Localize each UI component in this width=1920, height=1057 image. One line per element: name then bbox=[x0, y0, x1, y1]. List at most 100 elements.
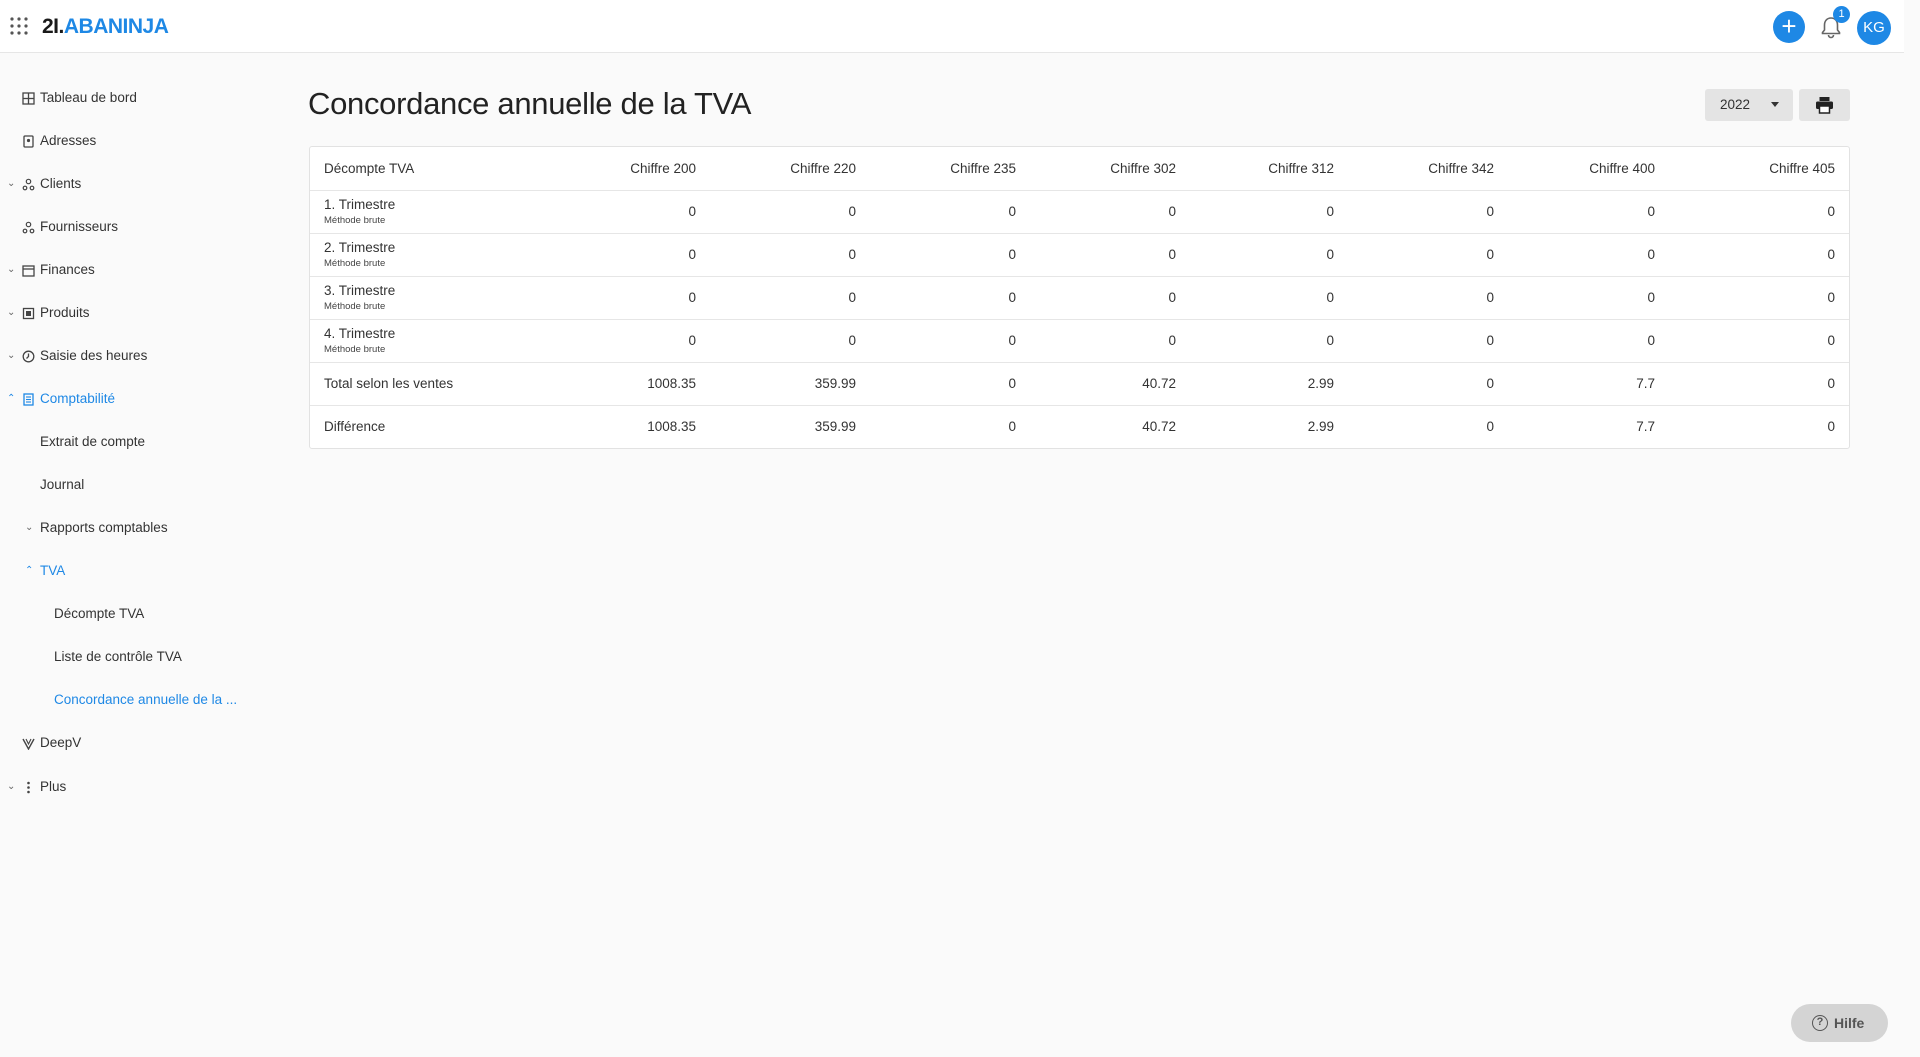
chevron-down-icon: ⌄ bbox=[7, 781, 16, 792]
column-header: Chiffre 220 bbox=[710, 147, 870, 191]
table-cell: 7.7 bbox=[1508, 362, 1669, 406]
column-header: Chiffre 235 bbox=[870, 147, 1030, 191]
sidebar-item-journal[interactable]: Journal bbox=[0, 470, 245, 500]
sidebar-item-label: Décompte TVA bbox=[54, 606, 145, 621]
deepv-icon bbox=[22, 738, 35, 750]
table-cell: 0 bbox=[710, 233, 870, 277]
sidebar-item-products[interactable]: ⌄ Produits bbox=[0, 298, 245, 328]
method-label: Méthode brute bbox=[324, 257, 386, 269]
chevron-up-icon: ⌃ bbox=[7, 393, 16, 404]
row-label: Différence bbox=[324, 419, 386, 435]
row-label: 1. Trimestre Méthode brute bbox=[310, 190, 550, 234]
table-cell: 0 bbox=[1669, 190, 1849, 234]
sidebar-item-accounting[interactable]: ⌃ Comptabilité bbox=[0, 384, 245, 414]
brand-logo[interactable]: 2I.ABANINJA bbox=[42, 14, 169, 40]
column-header: Chiffre 342 bbox=[1348, 147, 1508, 191]
table-cell: 0 bbox=[1669, 319, 1849, 363]
apps-grid-icon[interactable] bbox=[10, 17, 28, 35]
sidebar-item-label: Plus bbox=[40, 779, 67, 794]
notification-badge: 1 bbox=[1833, 6, 1850, 23]
table-cell: 40.72 bbox=[1142, 419, 1176, 435]
top-bar: 2I.ABANINJA + 1 KG bbox=[0, 0, 1904, 53]
clients-icon bbox=[22, 178, 35, 191]
sidebar-item-finances[interactable]: ⌄ Finances bbox=[0, 255, 245, 285]
quarter-label: 2. Trimestre bbox=[324, 239, 396, 255]
table-cell: 0 bbox=[1190, 276, 1348, 320]
sidebar-item-dashboard[interactable]: Tableau de bord bbox=[0, 83, 245, 113]
help-button[interactable]: ? Hilfe bbox=[1791, 1004, 1888, 1042]
sidebar-item-label: Extrait de compte bbox=[40, 434, 146, 449]
sidebar-item-label: Saisie des heures bbox=[40, 348, 148, 363]
table-cell: 0 bbox=[710, 276, 870, 320]
brand-number: 2I. bbox=[42, 15, 64, 38]
printer-icon bbox=[1816, 97, 1833, 114]
sidebar-item-tva-checklist[interactable]: Liste de contrôle TVA bbox=[0, 642, 245, 672]
print-button[interactable] bbox=[1799, 89, 1850, 121]
dashboard-icon bbox=[22, 92, 35, 105]
method-label: Méthode brute bbox=[324, 343, 386, 355]
sidebar-item-label: Fournisseurs bbox=[40, 219, 119, 234]
sidebar-item-tva[interactable]: ⌃ TVA bbox=[0, 556, 245, 586]
table-cell: 0 bbox=[550, 190, 710, 234]
sidebar-item-deepv[interactable]: DeepV bbox=[0, 728, 245, 758]
sidebar-item-label: Concordance annuelle de la ... bbox=[54, 692, 238, 707]
sidebar-item-tva-annual-reconciliation[interactable]: Concordance annuelle de la ... bbox=[0, 685, 245, 715]
sidebar-item-suppliers[interactable]: Fournisseurs bbox=[0, 212, 245, 242]
table-cell: 359.99 bbox=[814, 419, 856, 435]
more-vertical-icon bbox=[27, 781, 30, 794]
sidebar-item-addresses[interactable]: Adresses bbox=[0, 126, 245, 156]
add-button[interactable]: + bbox=[1773, 11, 1805, 43]
row-label: Total selon les ventes bbox=[310, 362, 550, 406]
row-label: 3. Trimestre Méthode brute bbox=[310, 276, 550, 320]
sidebar-item-tva-statement[interactable]: Décompte TVA bbox=[0, 599, 245, 629]
sidebar-item-time-tracking[interactable]: ⌄ Saisie des heures bbox=[0, 341, 245, 371]
sidebar-item-label: Tableau de bord bbox=[40, 90, 137, 105]
table-cell: 0 bbox=[1190, 233, 1348, 277]
table-cell: 0 bbox=[1348, 190, 1508, 234]
table-cell: 0 bbox=[870, 362, 1030, 406]
sidebar-item-label: Rapports comptables bbox=[40, 520, 168, 535]
table-cell: 0 bbox=[1508, 233, 1669, 277]
table-cell: 0 bbox=[550, 319, 710, 363]
table-cell: 0 bbox=[1508, 190, 1669, 234]
table-row: 4. Trimestre Méthode brute 0 0 0 0 0 0 0 … bbox=[310, 319, 1849, 363]
clock-icon bbox=[22, 350, 35, 363]
table-cell: 359.99 bbox=[710, 362, 870, 406]
sidebar-item-label: Produits bbox=[40, 305, 90, 320]
quarter-label: 1. Trimestre bbox=[324, 196, 396, 212]
page-title: Concordance annuelle de la TVA bbox=[308, 86, 752, 121]
table-cell: 0 bbox=[1030, 319, 1190, 363]
table-cell: 7.7 bbox=[1636, 419, 1655, 435]
table-cell: 0 bbox=[1486, 419, 1494, 435]
row-label: 2. Trimestre Méthode brute bbox=[310, 233, 550, 277]
row-label: 4. Trimestre Méthode brute bbox=[310, 319, 550, 363]
table-cell: 0 bbox=[710, 190, 870, 234]
quarter-label: 4. Trimestre bbox=[324, 325, 396, 341]
table-cell: 0 bbox=[1827, 419, 1835, 435]
column-header: Chiffre 312 bbox=[1190, 147, 1348, 191]
sidebar-item-accounting-reports[interactable]: ⌄ Rapports comptables bbox=[0, 513, 245, 543]
brand-name: ABANINJA bbox=[63, 15, 169, 38]
sidebar-item-label: Finances bbox=[40, 262, 95, 277]
caret-down-icon bbox=[1771, 102, 1779, 107]
accounting-icon bbox=[23, 393, 34, 406]
sidebar-item-account-statement[interactable]: Extrait de compte bbox=[0, 427, 245, 457]
sidebar-item-label: Clients bbox=[40, 176, 82, 191]
table-row-difference: Différence 1008.35 359.99 0 40.72 2.99 0… bbox=[310, 405, 1849, 448]
table-cell: 0 bbox=[1190, 190, 1348, 234]
table-cell: 0 bbox=[1030, 276, 1190, 320]
chevron-down-icon: ⌄ bbox=[7, 178, 16, 189]
sidebar-item-label: Comptabilité bbox=[40, 391, 116, 406]
column-header: Décompte TVA bbox=[310, 147, 550, 191]
table-cell: 0 bbox=[1669, 233, 1849, 277]
calendar-icon bbox=[22, 265, 35, 277]
year-select[interactable]: 2022 bbox=[1705, 89, 1793, 121]
avatar[interactable]: KG bbox=[1857, 11, 1891, 45]
sidebar-item-more[interactable]: ⌄ Plus bbox=[0, 772, 245, 802]
table-cell: 0 bbox=[1669, 276, 1849, 320]
sidebar-item-clients[interactable]: ⌄ Clients bbox=[0, 169, 245, 199]
chevron-down-icon: ⌄ bbox=[7, 307, 16, 318]
table-row-total-sales: Total selon les ventes 1008.35 359.99 0 … bbox=[310, 362, 1849, 406]
address-book-icon bbox=[23, 135, 34, 148]
table-row: 1. Trimestre Méthode brute 0 0 0 0 0 0 0 … bbox=[310, 190, 1849, 234]
